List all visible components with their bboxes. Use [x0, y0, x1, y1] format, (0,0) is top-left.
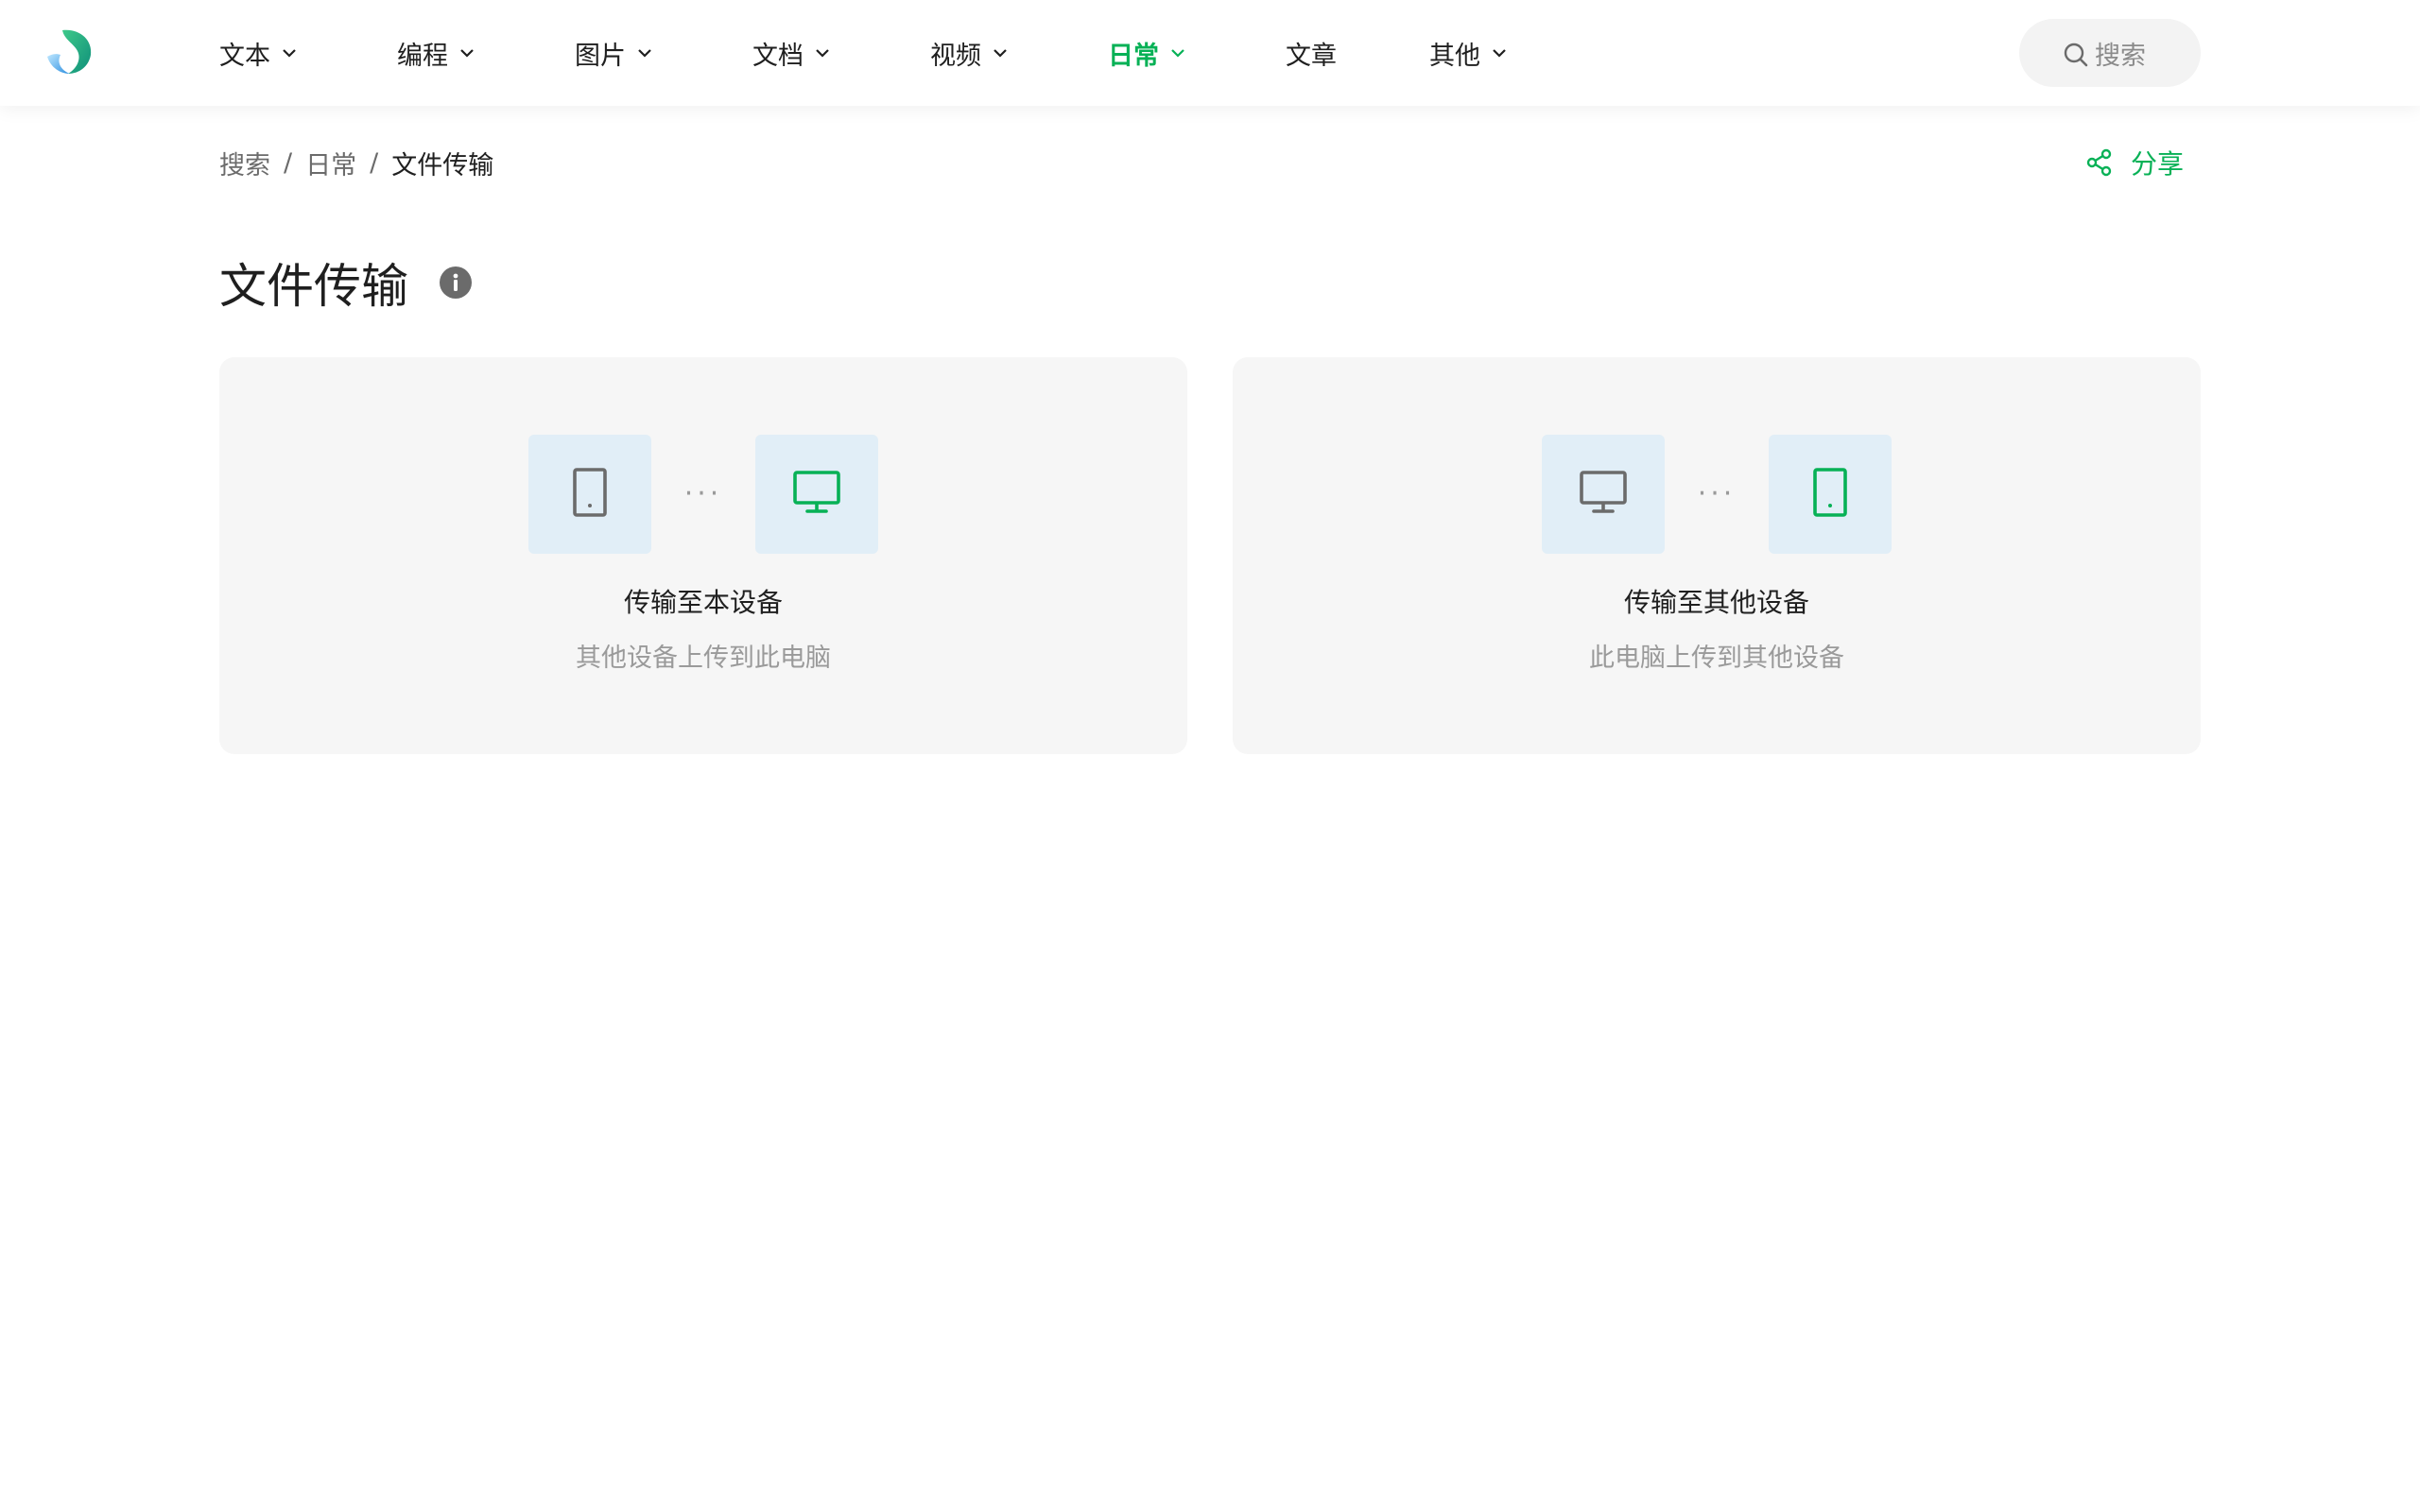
search-placeholder: 搜索 [2095, 41, 2146, 71]
nav-item-label: 编程 [397, 41, 448, 71]
page-title: 文件传输 [219, 259, 408, 314]
nav-item-other[interactable]: 其他 [1429, 0, 1607, 106]
device-row: ··· [219, 435, 1187, 554]
chevron-down-icon [1492, 48, 1507, 58]
card-title: 传输至本设备 [623, 587, 783, 618]
nav-item-video[interactable]: 视频 [930, 0, 1108, 106]
nav-item-label: 文章 [1286, 41, 1337, 71]
chevron-down-icon [1170, 48, 1185, 58]
search-box[interactable]: 搜索 [2019, 19, 2201, 87]
breadcrumb-separator: / [370, 147, 379, 178]
nav-item-label: 视频 [930, 41, 981, 71]
breadcrumb-link-daily[interactable]: 日常 [305, 145, 356, 181]
breadcrumb: 搜索 / 日常 / 文件传输 [219, 144, 493, 181]
chevron-down-icon [282, 48, 297, 58]
chevron-down-icon [993, 48, 1008, 58]
site-logo[interactable] [45, 28, 93, 76]
device-box [755, 435, 878, 554]
device-row: ··· [1233, 435, 2201, 554]
nav-item-text[interactable]: 文本 [219, 0, 397, 106]
monitor-icon [1579, 470, 1628, 519]
phone-icon [1811, 468, 1849, 521]
nav-item-label: 图片 [575, 41, 626, 71]
share-label: 分享 [2131, 148, 2185, 180]
info-icon[interactable] [439, 266, 473, 300]
card-description: 其他设备上传到此电脑 [576, 644, 831, 673]
nav-item-label: 文本 [219, 41, 270, 71]
search-icon [2063, 42, 2089, 75]
main-nav: 文本 编程 图片 文档 视频 日常 文章 其他 [219, 0, 1607, 106]
device-box [1769, 435, 1892, 554]
nav-item-documents[interactable]: 文档 [752, 0, 930, 106]
monitor-icon [792, 470, 841, 519]
transfer-dots: ··· [1697, 477, 1737, 510]
breadcrumb-separator: / [284, 147, 293, 178]
chevron-down-icon [637, 48, 652, 58]
nav-item-programming[interactable]: 编程 [397, 0, 575, 106]
transfer-to-this-device-card[interactable]: ··· 传输至本设备 其他设备上传到此电脑 [219, 357, 1187, 754]
nav-item-label: 文档 [752, 41, 804, 71]
breadcrumb-link-search[interactable]: 搜索 [219, 145, 270, 181]
nav-item-images[interactable]: 图片 [575, 0, 752, 106]
transfer-dots: ··· [683, 477, 723, 510]
share-icon [2085, 148, 2114, 177]
share-button[interactable]: 分享 [2085, 142, 2184, 183]
device-box [1542, 435, 1665, 554]
chevron-down-icon [459, 48, 475, 58]
breadcrumb-current: 文件传输 [391, 150, 494, 180]
title-row: 文件传输 [219, 249, 473, 316]
nav-item-articles[interactable]: 文章 [1286, 0, 1429, 106]
card-description: 此电脑上传到其他设备 [1589, 644, 1844, 673]
nav-item-label: 其他 [1429, 41, 1480, 71]
nav-item-label: 日常 [1108, 41, 1159, 71]
device-box [528, 435, 651, 554]
phone-icon [571, 468, 609, 521]
top-header: 文本 编程 图片 文档 视频 日常 文章 其他 搜索 [0, 0, 2420, 106]
nav-item-daily[interactable]: 日常 [1108, 0, 1286, 106]
card-title: 传输至其他设备 [1623, 587, 1809, 618]
chevron-down-icon [815, 48, 830, 58]
transfer-to-other-device-card[interactable]: ··· 传输至其他设备 此电脑上传到其他设备 [1233, 357, 2201, 754]
